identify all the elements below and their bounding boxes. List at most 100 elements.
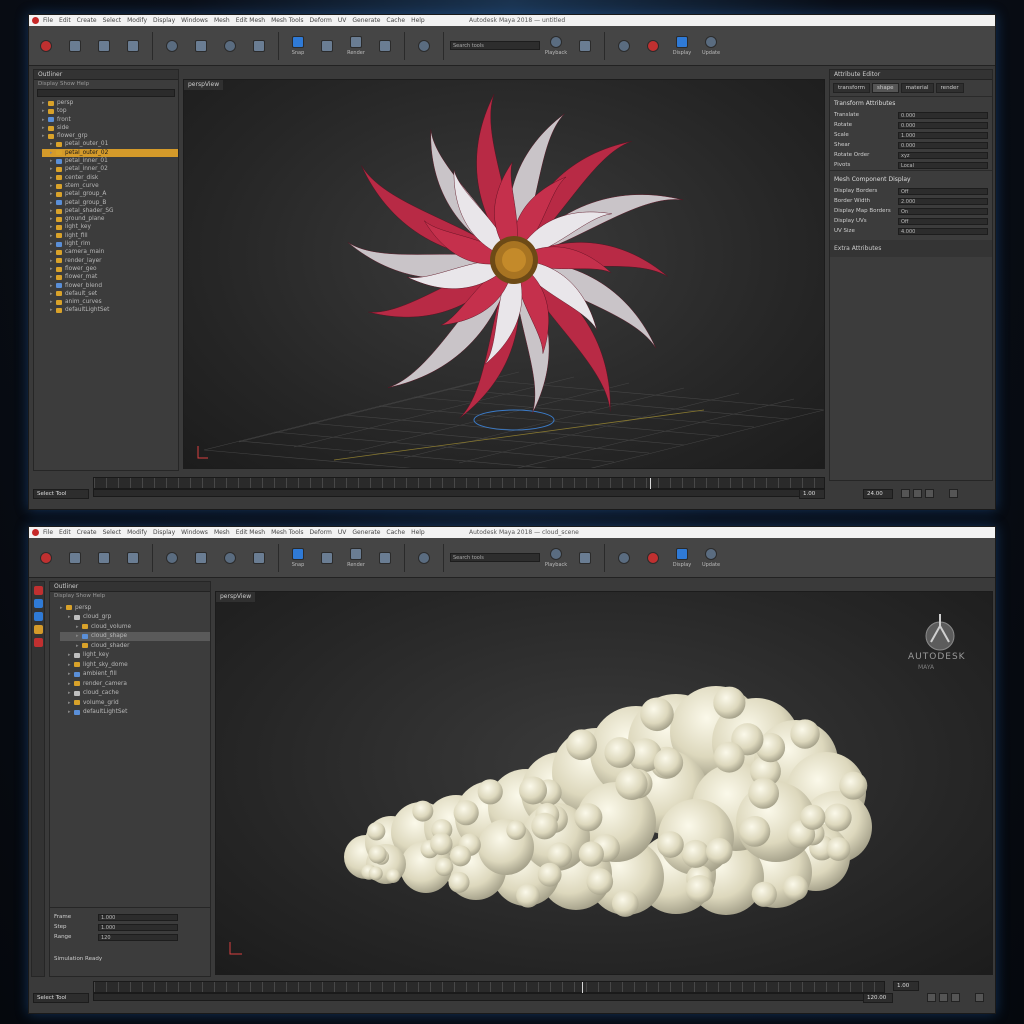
menu-item[interactable]: Edit Mesh	[236, 17, 265, 24]
outliner-row[interactable]: ▸ cloud_volume	[60, 622, 210, 632]
play-back-button[interactable]	[927, 993, 936, 1002]
menu-item[interactable]: Select	[103, 17, 122, 24]
outliner-search-input[interactable]	[37, 89, 175, 97]
cursor-button[interactable]	[611, 30, 637, 62]
menu-item[interactable]: Windows	[181, 17, 208, 24]
select-tool-button[interactable]	[159, 30, 185, 62]
menu-item[interactable]: Edit	[59, 17, 71, 24]
attribute-tab[interactable]: transform	[833, 83, 870, 93]
time-slider[interactable]	[93, 981, 885, 994]
attribute-value-field[interactable]: Off	[898, 217, 988, 225]
section-extra[interactable]: Extra Attributes	[830, 240, 992, 257]
save-scene-button[interactable]	[120, 30, 146, 62]
menu-item[interactable]: Display	[153, 529, 175, 536]
attribute-value-field[interactable]: 1.000	[898, 131, 988, 139]
render-button[interactable]: Render	[343, 30, 369, 62]
outliner-row[interactable]: ▸ petal_group_B	[42, 199, 178, 207]
outliner-row[interactable]: ▸ petal_group_A	[42, 190, 178, 198]
move-tool-button[interactable]	[188, 542, 214, 574]
outliner-tab[interactable]: Outliner	[34, 70, 178, 80]
move-tool-button[interactable]	[188, 30, 214, 62]
outliner-row[interactable]: ▸ flower_grp	[42, 132, 178, 140]
update-button[interactable]: Update	[698, 542, 724, 574]
outliner-row[interactable]: ▸ light_fill	[42, 232, 178, 240]
attribute-value-field[interactable]: On	[898, 207, 988, 215]
start-frame-field[interactable]: 1.00	[893, 981, 919, 991]
outliner-tab[interactable]: Outliner	[50, 582, 210, 592]
menu-item[interactable]: Select	[103, 529, 122, 536]
maya-menu-button[interactable]	[33, 542, 59, 574]
display-button[interactable]: Display	[669, 542, 695, 574]
viewport-tab[interactable]: perspView	[184, 80, 224, 90]
end-frame-field[interactable]: 24.00	[863, 489, 893, 499]
attribute-value-field[interactable]: 2.000	[898, 197, 988, 205]
outliner-row[interactable]: ▸ flower_mat	[42, 273, 178, 281]
attribute-tab[interactable]: render	[935, 83, 964, 93]
menu-item[interactable]: Cache	[386, 529, 405, 536]
open-scene-button[interactable]	[91, 542, 117, 574]
outliner-row[interactable]: ▸ petal_outer_01	[42, 140, 178, 148]
menu-item[interactable]: Deform	[310, 529, 332, 536]
outliner-row[interactable]: ▸ defaultLightSet	[60, 708, 210, 718]
playback-button[interactable]: Playback	[543, 542, 569, 574]
menu-item[interactable]: Deform	[310, 17, 332, 24]
shelf-icon-red[interactable]	[33, 586, 43, 595]
outliner-row[interactable]: ▸ volume_grid	[60, 698, 210, 708]
menu-item[interactable]: Mesh	[214, 17, 230, 24]
menu-item[interactable]: Edit	[59, 529, 71, 536]
outliner-row[interactable]: ▸ petal_shader_SG	[42, 207, 178, 215]
step-button[interactable]	[925, 489, 934, 498]
attribute-value-field[interactable]: xyz	[898, 151, 988, 159]
frame-field-input[interactable]: 120	[98, 933, 178, 941]
rotate-tool-button[interactable]	[217, 542, 243, 574]
outliner-row[interactable]: ▸ petal_inner_01	[42, 157, 178, 165]
menu-item[interactable]: Display	[153, 17, 175, 24]
attribute-tab[interactable]: material	[900, 83, 934, 93]
step-button[interactable]	[951, 993, 960, 1002]
menu-item[interactable]: Mesh	[214, 529, 230, 536]
attribute-value-field[interactable]: 0.000	[898, 111, 988, 119]
viewport-persp[interactable]: AUTODESK MAYA perspView	[215, 591, 993, 975]
outliner-row[interactable]: ▸ anim_curves	[42, 298, 178, 306]
maya-menu-button[interactable]	[33, 30, 59, 62]
outliner-row[interactable]: ▸ cloud_shader	[60, 641, 210, 651]
attribute-value-field[interactable]: Local	[898, 161, 988, 169]
outliner-row[interactable]: ▸ camera_main	[42, 248, 178, 256]
start-frame-field[interactable]: 1.00	[799, 489, 825, 499]
select-tool-button[interactable]	[159, 542, 185, 574]
section-mesh-display[interactable]: Mesh Component Display	[830, 170, 992, 186]
frame-field-input[interactable]: 1.000	[98, 913, 178, 921]
menu-item[interactable]: File	[43, 529, 53, 536]
range-slider[interactable]	[93, 489, 825, 497]
outliner-row[interactable]: ▸ light_sky_dome	[60, 660, 210, 670]
viewport-tab[interactable]: perspView	[216, 592, 256, 602]
outliner-row[interactable]: ▸ render_camera	[60, 679, 210, 689]
menu-item[interactable]: Modify	[127, 17, 147, 24]
outliner-row[interactable]: ▸ center_disk	[42, 174, 178, 182]
render-button[interactable]: Render	[343, 542, 369, 574]
outliner-row[interactable]: ▸ petal_outer_02	[42, 148, 178, 158]
end-frame-field[interactable]: 120.00	[863, 993, 893, 1003]
frame-field-input[interactable]: 1.000	[98, 923, 178, 931]
outliner-row[interactable]: ▸ stem_curve	[42, 182, 178, 190]
menu-item[interactable]: Modify	[127, 529, 147, 536]
time-slider[interactable]	[93, 477, 825, 490]
viewport-persp[interactable]: perspView	[183, 79, 825, 469]
paint-tool-button[interactable]	[411, 30, 437, 62]
prefs-button[interactable]	[975, 993, 984, 1002]
outliner-row[interactable]: ▸ light_key	[60, 651, 210, 661]
menu-item[interactable]: Create	[77, 529, 97, 536]
outliner-row[interactable]: ▸ petal_inner_02	[42, 165, 178, 173]
outliner-row[interactable]: ▸ top	[42, 107, 178, 115]
attribute-editor-tab[interactable]: Attribute Editor	[830, 70, 992, 80]
grid-button[interactable]	[314, 542, 340, 574]
display-button[interactable]: Display	[669, 30, 695, 62]
menu-item[interactable]: Mesh Tools	[271, 17, 303, 24]
update-button[interactable]: Update	[698, 30, 724, 62]
menu-item[interactable]: Mesh Tools	[271, 529, 303, 536]
play-forward-button[interactable]	[939, 993, 948, 1002]
grid-button[interactable]	[314, 30, 340, 62]
prefs-button[interactable]	[949, 489, 958, 498]
outliner-row[interactable]: ▸ flower_geo	[42, 265, 178, 273]
attribute-value-field[interactable]: 0.000	[898, 141, 988, 149]
